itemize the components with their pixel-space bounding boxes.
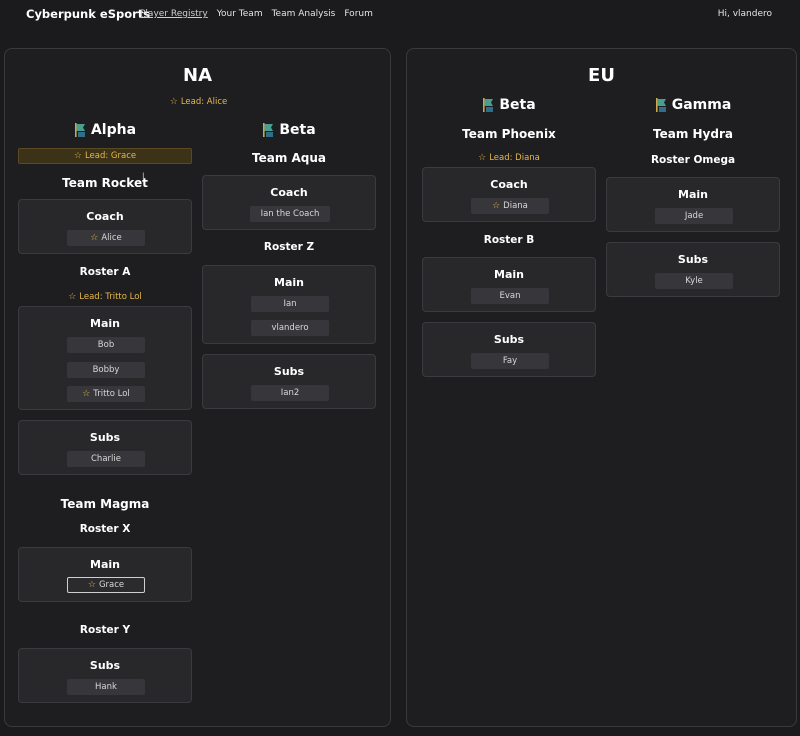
player-chip[interactable]: Jade <box>655 208 733 224</box>
nav-links: Player Registry Your Team Team Analysis … <box>140 9 373 19</box>
brand-title[interactable]: Cyberpunk eSports <box>26 7 150 21</box>
league-title-label: Gamma <box>671 97 732 113</box>
card-title: Subs <box>89 431 121 444</box>
player-chip[interactable]: Fay <box>471 353 549 369</box>
region-lead-label: Lead: Alice <box>180 97 228 107</box>
roster-name: Roster X <box>79 523 131 535</box>
card-title: Main <box>274 276 304 289</box>
region-title: EU <box>588 65 615 86</box>
roster-name: Roster Z <box>263 241 315 253</box>
roster-lead-label: Lead: Tritto Lol <box>79 292 142 302</box>
star-icon: ☆ <box>87 579 96 590</box>
team-name: Team Phoenix <box>462 127 556 141</box>
star-icon: ☆ <box>68 291 77 302</box>
player-name: Grace <box>98 580 125 590</box>
team-lead-label: Lead: Diana <box>489 153 540 163</box>
player-chip[interactable]: Ian2 <box>251 385 329 401</box>
star-icon: ☆ <box>90 232 99 243</box>
card-title: Subs <box>677 253 709 266</box>
league-title-label: Alpha <box>90 122 137 138</box>
main-card: Main ☆ Grace <box>18 547 192 602</box>
main-card: Main Bob Bobby ☆ Tritto Lol <box>18 306 192 410</box>
player-name: Tritto Lol <box>93 389 130 399</box>
coach-card: Coach ☆ Diana <box>422 167 596 222</box>
player-name: Alice <box>101 233 122 243</box>
player-chip[interactable]: Charlie <box>67 451 145 467</box>
star-icon: ☆ <box>169 96 178 107</box>
region-eu: EU Beta Team Phoenix ☆ Lead: Diana Coach… <box>406 48 797 727</box>
card-title: Main <box>90 558 120 571</box>
card-title: Subs <box>89 659 121 672</box>
league-lead-badge: ☆ Lead: Grace <box>18 148 192 164</box>
text-cursor-icon: I <box>142 172 145 182</box>
roster-name: Roster A <box>79 266 131 278</box>
player-chip[interactable]: Kyle <box>655 273 733 289</box>
roster-name: Roster Y <box>79 624 131 636</box>
star-icon: ☆ <box>478 152 487 163</box>
league-title: Gamma <box>606 97 780 113</box>
league-banner-icon <box>74 123 85 137</box>
player-chip[interactable]: ☆ Diana <box>471 198 549 214</box>
main-card: Main Ian vlandero <box>202 265 376 344</box>
region-na: NA ☆ Lead: Alice Alpha ☆ Lead: Grace Tea… <box>4 48 391 727</box>
nav-link-player-registry[interactable]: Player Registry <box>140 9 208 19</box>
main-card: Main Jade <box>606 177 780 232</box>
player-chip[interactable]: ☆ Tritto Lol <box>67 386 145 402</box>
league-banner-icon <box>483 98 494 112</box>
card-title: Main <box>90 317 120 330</box>
nav-link-your-team[interactable]: Your Team <box>217 9 263 19</box>
league-title: Beta <box>202 122 376 138</box>
coach-card: Coach ☆ Alice <box>18 199 192 254</box>
user-greeting[interactable]: Hi, vlandero <box>718 9 772 19</box>
player-chip[interactable]: ☆ Alice <box>67 230 145 246</box>
card-title: Main <box>678 188 708 201</box>
region-lead: ☆ Lead: Alice <box>5 97 392 107</box>
card-title: Coach <box>86 210 124 223</box>
player-chip[interactable]: ☆ Grace <box>67 577 145 593</box>
card-title: Subs <box>273 365 305 378</box>
player-chip[interactable]: Bob <box>67 337 145 353</box>
star-icon: ☆ <box>73 150 82 161</box>
team-name: Team Magma <box>60 497 150 511</box>
team-name: Team Rocket <box>62 176 148 190</box>
card-title: Coach <box>490 178 528 191</box>
subs-card: Subs Charlie <box>18 420 192 475</box>
league-lead-label: Lead: Grace <box>84 151 137 161</box>
team-name: Team Aqua <box>251 151 327 165</box>
coach-card: Coach Ian the Coach <box>202 175 376 230</box>
card-title: Subs <box>493 333 525 346</box>
top-nav: Cyberpunk eSports Player Registry Your T… <box>0 0 800 30</box>
subs-card: Subs Kyle <box>606 242 780 297</box>
team-name: Team Hydra <box>653 127 733 141</box>
league-title: Beta <box>422 97 596 113</box>
star-icon: ☆ <box>492 200 501 211</box>
player-chip[interactable]: Ian the Coach <box>250 206 330 222</box>
subs-card: Subs Ian2 <box>202 354 376 409</box>
league-title-label: Beta <box>279 122 316 138</box>
league-title: Alpha <box>18 122 192 138</box>
player-name: Diana <box>503 201 528 211</box>
card-title: Coach <box>270 186 308 199</box>
league-banner-icon <box>655 98 666 112</box>
team-lead: ☆ Lead: Diana <box>422 153 596 163</box>
nav-link-team-analysis[interactable]: Team Analysis <box>272 9 336 19</box>
roster-lead: ☆ Lead: Tritto Lol <box>18 292 192 302</box>
roster-name: Roster Omega <box>650 154 736 166</box>
player-chip[interactable]: Hank <box>67 679 145 695</box>
league-banner-icon <box>263 123 274 137</box>
card-title: Main <box>494 268 524 281</box>
subs-card: Subs Fay <box>422 322 596 377</box>
player-chip[interactable]: vlandero <box>251 320 329 336</box>
star-icon: ☆ <box>82 388 91 399</box>
main-card: Main Evan <box>422 257 596 312</box>
player-chip[interactable]: Ian <box>251 296 329 312</box>
nav-link-forum[interactable]: Forum <box>344 9 373 19</box>
roster-name: Roster B <box>483 234 535 246</box>
subs-card: Subs Hank <box>18 648 192 703</box>
player-chip[interactable]: Evan <box>471 288 549 304</box>
league-title-label: Beta <box>499 97 536 113</box>
player-chip[interactable]: Bobby <box>67 362 145 378</box>
region-title: NA <box>183 65 212 86</box>
